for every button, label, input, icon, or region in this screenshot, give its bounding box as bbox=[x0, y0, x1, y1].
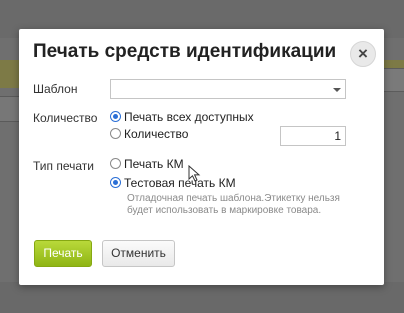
radio-button[interactable] bbox=[110, 111, 121, 123]
print-identification-dialog: Печать средств идентификации × Шаблон Ко… bbox=[19, 29, 384, 285]
radio-quantity[interactable]: Количество bbox=[110, 126, 188, 141]
radio-button[interactable] bbox=[110, 128, 121, 140]
radio-print-km[interactable]: Печать КМ bbox=[110, 156, 184, 171]
radio-print-all[interactable]: Печать всех доступных bbox=[110, 109, 254, 124]
quantity-input[interactable] bbox=[280, 126, 346, 146]
radio-test-print-km[interactable]: Тестовая печать КМ bbox=[110, 175, 236, 190]
cancel-button[interactable]: Отменить bbox=[102, 240, 175, 267]
radio-button[interactable] bbox=[110, 158, 121, 170]
background-footer bbox=[0, 282, 404, 313]
radio-button[interactable] bbox=[110, 177, 121, 189]
print-button[interactable]: Печать bbox=[34, 240, 92, 267]
close-icon: × bbox=[358, 44, 368, 63]
close-button[interactable]: × bbox=[350, 41, 376, 67]
dialog-title: Печать средств идентификации bbox=[33, 41, 337, 62]
print-type-label: Тип печати bbox=[33, 159, 94, 173]
mouse-cursor-icon bbox=[188, 165, 201, 182]
template-label: Шаблон bbox=[33, 82, 78, 96]
test-print-hint: Отладочная печать шаблона.Этикетку нельз… bbox=[127, 193, 340, 216]
quantity-label: Количество bbox=[33, 111, 98, 125]
chevron-down-icon bbox=[333, 88, 341, 92]
template-select[interactable] bbox=[110, 79, 346, 99]
